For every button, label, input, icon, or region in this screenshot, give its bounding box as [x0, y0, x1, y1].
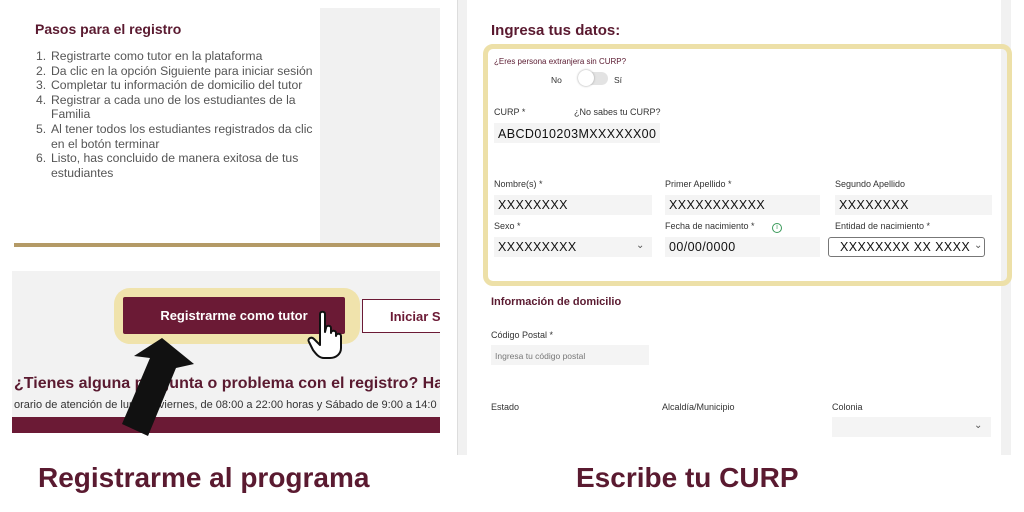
entidad-label: Entidad de nacimiento *: [835, 221, 931, 231]
login-button[interactable]: Iniciar S: [362, 299, 440, 333]
form-screenshot: Ingresa tus datos: ¿Eres persona extranj…: [457, 0, 1012, 455]
registration-steps-panel: Pasos para el registro 1. Registrarte com…: [14, 8, 440, 244]
hand-pointer-icon: [307, 310, 342, 359]
form-title: Ingresa tus datos:: [491, 22, 621, 39]
segundo-apellido-label: Segundo Apellido: [835, 179, 906, 189]
step-item: 1. Registrarte como tutor en la plataform…: [36, 49, 263, 63]
fecha-value: 00/00/0000: [669, 240, 736, 254]
service-hours: orario de atención de lunes a viernes, d…: [14, 399, 437, 411]
chevron-down-icon: ⌄: [974, 420, 983, 431]
register-actions-panel: Registrarme como tutor Iniciar S ¿Tienes…: [12, 271, 440, 433]
nombre-label: Nombre(s) *: [494, 179, 543, 189]
fecha-label: Fecha de nacimiento *: [665, 221, 755, 231]
arrow-up-icon: [122, 338, 194, 436]
colonia-label: Colonia: [832, 402, 863, 412]
segundo-apellido-value: XXXXXXXX: [839, 198, 909, 212]
info-icon[interactable]: i: [772, 223, 782, 233]
cp-placeholder: Ingresa tu código postal: [495, 351, 586, 361]
caption-right: Escribe tu CURP: [576, 462, 799, 493]
sexo-label: Sexo *: [494, 221, 521, 231]
help-question: ¿Tienes alguna pregunta o problema con e…: [14, 375, 440, 392]
step-item: 5. Al tener todos los estudiantes registr…: [36, 121, 313, 151]
personal-data-section: ¿Eres persona extranjera sin CURP? No Sí…: [483, 44, 1012, 286]
curp-help-link[interactable]: ¿No sabes tu CURP?: [574, 107, 661, 117]
chevron-down-icon: ⌄: [636, 240, 645, 251]
sexo-value: XXXXXXXXX: [498, 240, 577, 254]
primer-apellido-value: XXXXXXXXXXX: [669, 198, 766, 212]
foreign-toggle[interactable]: [578, 70, 608, 86]
steps-title: Pasos para el registro: [35, 21, 182, 37]
toggle-no-label: No: [551, 75, 562, 85]
colonia-select[interactable]: [832, 417, 991, 437]
primer-apellido-label: Primer Apellido *: [665, 179, 732, 189]
estado-label: Estado: [491, 402, 520, 412]
divider: [14, 243, 440, 247]
domicilio-title: Información de domicilio: [491, 296, 622, 308]
cp-label: Código Postal *: [491, 330, 554, 340]
curp-label: CURP *: [494, 107, 526, 117]
footer-bar: [12, 417, 440, 433]
steps-list: 1. Registrarte como tutor en la plataform…: [36, 49, 326, 180]
curp-value: ABCD010203MXXXXXX00: [498, 127, 657, 141]
toggle-knob: [578, 70, 594, 86]
form-card: Ingresa tus datos: ¿Eres persona extranj…: [467, 0, 1012, 455]
toggle-yes-label: Sí: [614, 75, 623, 85]
step-item: 3. Completar tu información de domicilio …: [36, 78, 303, 93]
step-item: 6. Listo, has concluido de manera exitosa…: [36, 151, 299, 180]
step-item: 2. Da clic en la opción Siguiente para in…: [36, 63, 313, 78]
entidad-value: XXXXXXXX XX XXXX: [840, 240, 971, 254]
foreign-question: ¿Eres persona extranjera sin CURP?: [494, 57, 627, 66]
step-item: 4. Registrar a cada uno de los estudiante…: [36, 92, 296, 122]
caption-left: Registrarme al programa: [38, 462, 370, 493]
side-column: [320, 8, 440, 244]
nombre-value: XXXXXXXX: [498, 198, 568, 212]
alcaldia-label: Alcaldía/Municipio: [662, 402, 735, 412]
chevron-down-icon: ⌄: [974, 240, 983, 251]
